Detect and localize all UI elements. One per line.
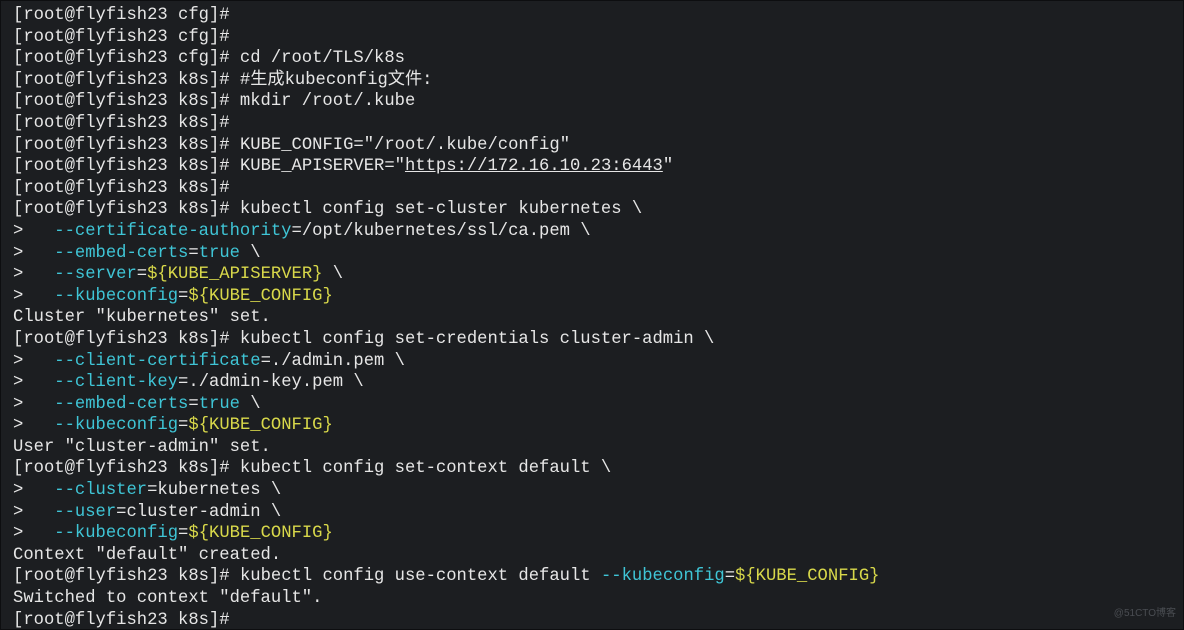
- continuation-prompt: >: [13, 503, 54, 522]
- shell-prompt: [root@flyfish23 k8s]#: [13, 92, 230, 111]
- cli-flag: --client-certificate: [54, 352, 260, 371]
- shell-command: kubectl config set-credentials cluster-a…: [230, 330, 715, 349]
- terminal-continuation: > --cluster=kubernetes \: [13, 481, 281, 500]
- terminal-line: [root@flyfish23 cfg]#: [13, 28, 230, 47]
- shell-command: cd /root/TLS/k8s: [230, 49, 405, 68]
- shell-prompt: [root@flyfish23 k8s]#: [13, 157, 230, 176]
- cli-flag: --client-key: [54, 373, 178, 392]
- cli-flag-value: true: [199, 244, 240, 263]
- shell-prompt: [root@flyfish23 k8s]#: [13, 330, 230, 349]
- command-output: User "cluster-admin" set.: [13, 438, 271, 457]
- continuation-prompt: >: [13, 395, 54, 414]
- shell-command: kubectl config set-cluster kubernetes \: [230, 200, 643, 219]
- cli-flag-value: /opt/kubernetes/ssl/ca.pem \: [302, 222, 591, 241]
- terminal-continuation: > --embed-certs=true \: [13, 244, 261, 263]
- cli-flag-value: ${KUBE_APISERVER}: [147, 265, 322, 284]
- shell-prompt: [root@flyfish23 k8s]#: [13, 200, 230, 219]
- cli-flag: --user: [54, 503, 116, 522]
- terminal-line: [root@flyfish23 k8s]# kubectl config set…: [13, 200, 642, 219]
- shell-prompt: [root@flyfish23 k8s]#: [13, 136, 230, 155]
- shell-prompt: [root@flyfish23 k8s]#: [13, 71, 230, 90]
- terminal-continuation: > --server=${KUBE_APISERVER} \: [13, 265, 343, 284]
- continuation-prompt: >: [13, 352, 54, 371]
- continuation-prompt: >: [13, 373, 54, 392]
- cli-flag: --kubeconfig: [54, 416, 178, 435]
- var-assign: KUBE_APISERVER=": [240, 157, 405, 176]
- terminal-continuation: > --client-key=./admin-key.pem \: [13, 373, 364, 392]
- terminal-line: [root@flyfish23 cfg]#: [13, 6, 230, 25]
- terminal-line: [root@flyfish23 k8s]# kubectl config use…: [13, 567, 879, 586]
- cli-flag-value: kubernetes \: [157, 481, 281, 500]
- terminal-continuation: > --kubeconfig=${KUBE_CONFIG}: [13, 416, 333, 435]
- terminal-continuation: > --client-certificate=./admin.pem \: [13, 352, 405, 371]
- cli-flag-value: ${KUBE_CONFIG}: [188, 524, 332, 543]
- cli-flag: --server: [54, 265, 137, 284]
- shell-prompt: [root@flyfish23 k8s]#: [13, 179, 230, 198]
- cli-flag: --kubeconfig: [601, 567, 725, 586]
- string-literal: "/root/.kube/config": [364, 136, 570, 155]
- cli-flag: --embed-certs: [54, 244, 188, 263]
- continuation-prompt: >: [13, 524, 54, 543]
- command-output: Cluster "kubernetes" set.: [13, 308, 271, 327]
- continuation-prompt: >: [13, 416, 54, 435]
- watermark-text: @51CTO博客: [1114, 604, 1176, 619]
- shell-command: mkdir /root/.kube: [230, 92, 416, 111]
- cli-flag: --kubeconfig: [54, 524, 178, 543]
- terminal-continuation: > --kubeconfig=${KUBE_CONFIG}: [13, 524, 333, 543]
- terminal-continuation: > --certificate-authority=/opt/kubernete…: [13, 222, 591, 241]
- shell-prompt: [root@flyfish23 cfg]#: [13, 6, 230, 25]
- command-output: Switched to context "default".: [13, 589, 322, 608]
- shell-prompt: [root@flyfish23 cfg]#: [13, 28, 230, 47]
- continuation-prompt: >: [13, 265, 54, 284]
- continuation-prompt: >: [13, 244, 54, 263]
- cli-flag-value: ./admin.pem \: [271, 352, 405, 371]
- terminal-line: [root@flyfish23 k8s]# kubectl config set…: [13, 459, 611, 478]
- terminal-continuation: > --user=cluster-admin \: [13, 503, 281, 522]
- shell-command: kubectl config use-context default: [240, 567, 601, 586]
- terminal-line: [root@flyfish23 k8s]# KUBE_CONFIG="/root…: [13, 136, 570, 155]
- shell-prompt: [root@flyfish23 cfg]#: [13, 49, 230, 68]
- cli-flag: --kubeconfig: [54, 287, 178, 306]
- shell-command: kubectl config set-context default \: [230, 459, 612, 478]
- cli-flag: --certificate-authority: [54, 222, 291, 241]
- terminal-continuation: > --kubeconfig=${KUBE_CONFIG}: [13, 287, 333, 306]
- terminal-line: [root@flyfish23 k8s]#: [13, 179, 230, 198]
- continuation-prompt: >: [13, 287, 54, 306]
- cli-flag-value: true: [199, 395, 240, 414]
- terminal-line: [root@flyfish23 k8s]# #生成kubeconfig文件:: [13, 71, 432, 90]
- command-output: Context "default" created.: [13, 546, 281, 565]
- cli-flag: --cluster: [54, 481, 147, 500]
- var-assign: KUBE_CONFIG=: [240, 136, 364, 155]
- terminal-continuation: > --embed-certs=true \: [13, 395, 261, 414]
- terminal-line: [root@flyfish23 k8s]# KUBE_APISERVER="ht…: [13, 157, 673, 176]
- url-literal: https://172.16.10.23:6443: [405, 157, 663, 176]
- continuation-prompt: >: [13, 481, 54, 500]
- terminal-line: [root@flyfish23 k8s]# mkdir /root/.kube: [13, 92, 415, 111]
- cli-flag-value: ${KUBE_CONFIG}: [735, 567, 879, 586]
- cli-flag-value: cluster-admin \: [126, 503, 281, 522]
- cli-flag: --embed-certs: [54, 395, 188, 414]
- continuation-prompt: >: [13, 222, 54, 241]
- terminal-output[interactable]: [root@flyfish23 cfg]# [root@flyfish23 cf…: [0, 0, 1184, 630]
- terminal-line: [root@flyfish23 k8s]#: [13, 114, 230, 133]
- shell-prompt: [root@flyfish23 k8s]#: [13, 611, 230, 630]
- shell-prompt: [root@flyfish23 k8s]#: [13, 459, 230, 478]
- terminal-line: [root@flyfish23 k8s]#: [13, 611, 230, 630]
- shell-command: #生成kubeconfig文件:: [230, 71, 433, 90]
- cli-flag-value: ${KUBE_CONFIG}: [188, 287, 332, 306]
- terminal-line: [root@flyfish23 cfg]# cd /root/TLS/k8s: [13, 49, 405, 68]
- cli-flag-value: ./admin-key.pem \: [188, 373, 363, 392]
- shell-prompt: [root@flyfish23 k8s]#: [13, 567, 230, 586]
- shell-prompt: [root@flyfish23 k8s]#: [13, 114, 230, 133]
- terminal-line: [root@flyfish23 k8s]# kubectl config set…: [13, 330, 714, 349]
- cli-flag-value: ${KUBE_CONFIG}: [188, 416, 332, 435]
